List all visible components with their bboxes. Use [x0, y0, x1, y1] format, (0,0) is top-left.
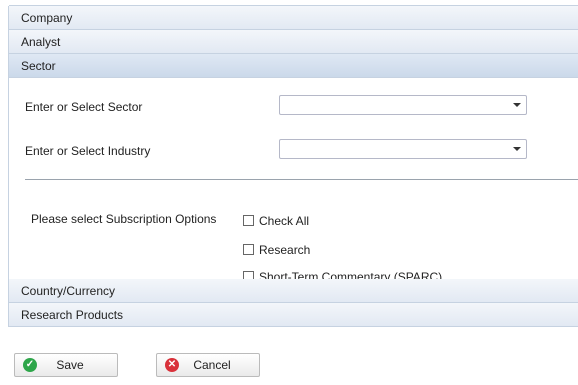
research-checkbox[interactable] — [243, 243, 254, 255]
cancel-button[interactable]: ✕ Cancel — [156, 353, 260, 377]
save-button-label: Save — [56, 358, 84, 372]
save-button[interactable]: ✓ Save — [14, 353, 118, 377]
sparc-checkbox[interactable] — [243, 270, 254, 279]
check-all-checkbox[interactable] — [243, 214, 254, 226]
accordion-header-company[interactable]: Company — [9, 5, 578, 30]
accordion-header-research-products[interactable]: Research Products — [9, 302, 578, 327]
divider — [25, 179, 578, 180]
sector-panel-body: Enter or Select Sector Enter or Select I… — [9, 78, 578, 279]
accordion-header-country-currency[interactable]: Country/Currency — [9, 278, 578, 303]
check-icon: ✓ — [23, 358, 37, 372]
research-option[interactable]: Research — [243, 243, 310, 257]
sector-label: Enter or Select Sector — [25, 100, 143, 114]
research-label: Research — [259, 243, 311, 257]
accordion-panel: Company Analyst Sector Enter or Select S… — [8, 5, 578, 327]
cancel-button-label: Cancel — [193, 358, 231, 372]
accordion-header-analyst[interactable]: Analyst — [9, 29, 578, 54]
check-all-option[interactable]: Check All — [243, 214, 309, 228]
dropdown-arrow-icon[interactable] — [513, 147, 521, 151]
sparc-label: Short-Term Commentary (SPARC) — [259, 270, 443, 279]
check-all-label: Check All — [259, 214, 310, 228]
sparc-option[interactable]: Short-Term Commentary (SPARC) — [243, 270, 442, 279]
x-icon: ✕ — [165, 358, 179, 372]
sector-combo[interactable] — [279, 95, 527, 115]
subscription-options-label: Please select Subscription Options — [31, 212, 217, 226]
accordion-header-sector[interactable]: Sector — [9, 53, 578, 78]
industry-label: Enter or Select Industry — [25, 144, 151, 158]
industry-combo[interactable] — [279, 139, 527, 159]
dropdown-arrow-icon[interactable] — [513, 103, 521, 107]
